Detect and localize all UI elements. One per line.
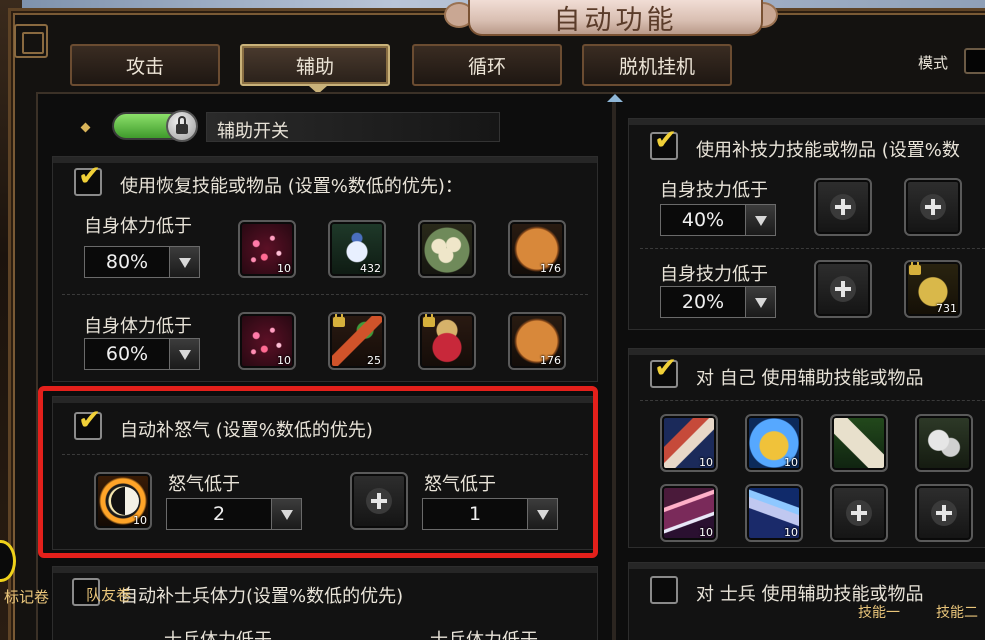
skill-two-label: 技能二 (936, 605, 978, 621)
mp-threshold-dropdown[interactable]: 40% (660, 204, 776, 236)
honey-jar-icon[interactable] (418, 312, 476, 370)
add-icon (931, 500, 957, 526)
hp-threshold-dropdown[interactable]: 80% (84, 246, 200, 278)
recover-checkbox[interactable]: ✔ (74, 162, 102, 196)
tab-attack[interactable]: 攻击 (70, 44, 220, 86)
scroll-green-icon[interactable] (830, 414, 888, 472)
self-buff-section-title: 对 自己 使用辅助技能或物品 (696, 368, 924, 389)
yin-yang-skill-icon[interactable]: 10 (94, 472, 152, 530)
locked-badge-icon (909, 262, 921, 275)
teammate-scroll-label: 队友卷 (86, 586, 132, 604)
dropdown-value: 80% (105, 251, 149, 273)
window-title: 自动功能 (553, 4, 678, 36)
mp-section-title: 使用补技力技能或物品 (设置%数 (696, 140, 960, 161)
add-slot-button[interactable] (915, 484, 973, 542)
soldier-hp-threshold-label: 士兵体力低于 (430, 626, 538, 640)
mp-threshold-label: 自身技力低于 (660, 264, 768, 285)
column-divider (612, 100, 616, 640)
steamed-buns-icon[interactable] (418, 220, 476, 278)
mode-label: 模式 (918, 54, 949, 72)
dice-icon[interactable] (915, 414, 973, 472)
dropdown-arrow-icon[interactable] (271, 499, 301, 529)
add-slot-button[interactable] (350, 472, 408, 530)
dropdown-arrow-icon[interactable] (169, 339, 199, 369)
mp-threshold-label: 自身技力低于 (660, 180, 768, 201)
frame-ornament-icon (14, 24, 48, 58)
recover-section-title: 使用恢复技能或物品 (设置%数低的优先)： (120, 176, 463, 197)
dropdown-arrow-icon[interactable] (745, 205, 775, 235)
dropdown-arrow-icon[interactable] (745, 287, 775, 317)
dropdown-arrow-icon[interactable] (527, 499, 557, 529)
pink-sparkle-skill-icon[interactable]: 10 (238, 220, 296, 278)
rage-threshold-dropdown[interactable]: 2 (166, 498, 302, 530)
scroll-up-icon[interactable] (607, 94, 623, 102)
add-icon (830, 194, 856, 220)
row-divider (62, 454, 588, 455)
hp-threshold-label: 自身体力低于 (84, 216, 192, 237)
dropdown-value: 40% (681, 209, 725, 231)
row-divider (640, 248, 985, 249)
tab-cycle[interactable]: 循环 (412, 44, 562, 86)
rage-threshold-dropdown[interactable]: 1 (422, 498, 558, 530)
rage-section-title: 自动补怒气 (设置%数低的优先) (120, 420, 373, 441)
soldier-buff-checkbox[interactable] (650, 576, 678, 604)
checkmark-icon: ✔ (78, 159, 102, 192)
rage-threshold-label: 怒气低于 (424, 474, 496, 495)
dropdown-value: 60% (105, 343, 149, 365)
add-icon (920, 194, 946, 220)
add-slot-button[interactable] (814, 260, 872, 318)
hp-threshold-dropdown[interactable]: 60% (84, 338, 200, 370)
assist-switch-label: 辅助开关 (206, 112, 500, 142)
dropdown-value: 2 (212, 503, 226, 525)
marker-scroll-label: 标记卷 (4, 588, 50, 606)
tab-offline-hangup[interactable]: 脱机挂机 (582, 44, 732, 86)
add-slot-button[interactable] (814, 178, 872, 236)
dropdown-arrow-icon[interactable] (169, 247, 199, 277)
checkmark-icon: ✔ (654, 351, 678, 384)
pink-sparkle-skill-icon[interactable]: 10 (238, 312, 296, 370)
row-divider (62, 294, 588, 295)
crossed-blades-icon[interactable]: 10 (660, 484, 718, 542)
row-divider (640, 400, 985, 401)
add-icon (366, 488, 392, 514)
mp-checkbox[interactable]: ✔ (650, 126, 678, 160)
self-buff-checkbox[interactable]: ✔ (650, 354, 678, 388)
rage-checkbox[interactable]: ✔ (74, 406, 102, 440)
mooncake-icon[interactable]: 176 (508, 220, 566, 278)
mooncake-icon[interactable]: 176 (508, 312, 566, 370)
potion-vase-icon[interactable]: 432 (328, 220, 386, 278)
skill-one-label: 技能一 (858, 605, 900, 621)
dropdown-value: 20% (681, 291, 725, 313)
carrot-icon[interactable]: 25 (328, 312, 386, 370)
mp-threshold-dropdown[interactable]: 20% (660, 286, 776, 318)
checkmark-icon: ✔ (654, 123, 678, 156)
add-icon (830, 276, 856, 302)
mode-checkbox[interactable] (964, 48, 985, 74)
locked-badge-icon (423, 314, 435, 327)
golden-bell-icon[interactable]: 10 (745, 414, 803, 472)
soldier-hp-section-title: 自动补士兵体力(设置%数低的优先) (120, 586, 404, 607)
scroll-red-icon[interactable]: 10 (660, 414, 718, 472)
window-title-plate: 自动功能 (468, 0, 763, 36)
toggle-lock-icon[interactable] (166, 110, 198, 142)
add-icon (846, 500, 872, 526)
golden-jug-icon[interactable]: 731 (904, 260, 962, 318)
locked-badge-icon (333, 314, 345, 327)
dropdown-value: 1 (468, 503, 482, 525)
soldier-hp-threshold-label: 士兵体力低于 (164, 626, 272, 640)
rage-threshold-label: 怒气低于 (168, 474, 240, 495)
checkmark-icon: ✔ (78, 403, 102, 436)
tab-assist[interactable]: 辅助 (240, 44, 390, 86)
add-slot-button[interactable] (904, 178, 962, 236)
hp-threshold-label: 自身体力低于 (84, 316, 192, 337)
ice-claw-icon[interactable]: 10 (745, 484, 803, 542)
add-slot-button[interactable] (830, 484, 888, 542)
